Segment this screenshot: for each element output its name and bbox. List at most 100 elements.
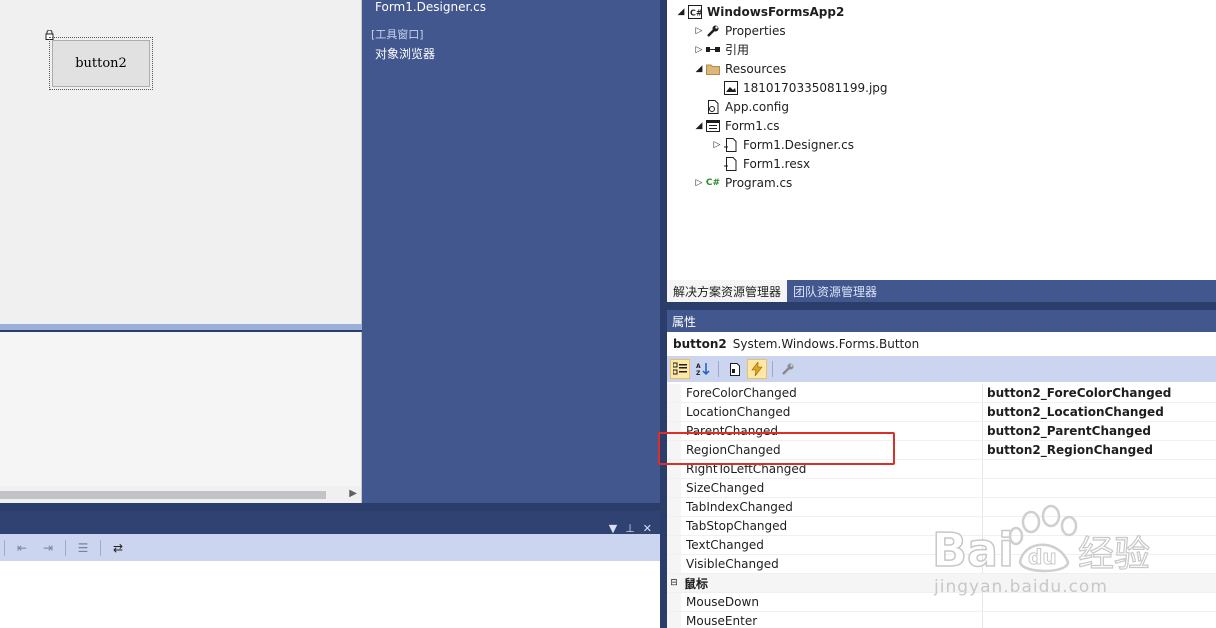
toolbar-separator	[100, 539, 101, 556]
csharp-file-icon: C#	[705, 177, 721, 188]
property-value[interactable]: button2_LocationChanged	[983, 403, 1216, 421]
tree-item-image[interactable]: 1810170335081199.jpg	[723, 78, 888, 97]
collapse-category-icon[interactable]: ⊟	[667, 574, 681, 592]
toolbar-separator	[4, 539, 5, 556]
solution-explorer: ◢ C# WindowsFormsApp2 ▷ Properties ▷ 引用 …	[667, 0, 1216, 280]
list-icon[interactable]: ☰	[74, 539, 92, 557]
tree-item-resources[interactable]: ◢ Resources	[693, 59, 787, 78]
row-gutter	[667, 612, 681, 628]
row-gutter	[667, 403, 681, 421]
collapsed-arrow-icon[interactable]: ▷	[693, 26, 705, 36]
component-tray[interactable]	[0, 332, 362, 502]
tree-item-label: Form1.Designer.cs	[743, 137, 854, 152]
sort-az-icon: AZ	[696, 363, 710, 376]
collapsed-arrow-icon[interactable]: ▷	[711, 140, 723, 150]
svg-text:经验: 经验	[1078, 534, 1150, 575]
expanded-arrow-icon[interactable]: ◢	[675, 7, 687, 17]
indent-icon[interactable]: ⇥	[39, 539, 57, 557]
property-value[interactable]	[983, 612, 1216, 628]
tree-item-label: WindowsFormsApp2	[707, 4, 845, 19]
property-row[interactable]: ForeColorChanged button2_ForeColorChange…	[667, 384, 1216, 403]
tree-item-label: 1810170335081199.jpg	[743, 80, 888, 95]
folder-icon	[705, 61, 721, 77]
form-designer-surface[interactable]: button2	[0, 0, 362, 328]
alphabetical-view-button[interactable]: AZ	[693, 359, 713, 379]
expanded-arrow-icon[interactable]: ◢	[693, 64, 705, 74]
property-row[interactable]: SizeChanged	[667, 479, 1216, 498]
button2-control[interactable]: button2	[49, 37, 153, 90]
svg-text:A: A	[696, 363, 701, 370]
object-type: System.Windows.Forms.Button	[732, 337, 920, 351]
property-row[interactable]: LocationChanged button2_LocationChanged	[667, 403, 1216, 422]
property-value[interactable]	[983, 479, 1216, 497]
object-browser-panel: Form1.Designer.cs [工具窗口] 对象浏览器	[362, 0, 662, 503]
row-gutter	[667, 479, 681, 497]
tree-item-label: Resources	[725, 61, 787, 76]
collapsed-arrow-icon[interactable]: ▷	[693, 178, 705, 188]
tree-item-label: Form1.cs	[725, 118, 780, 133]
cs-file-icon	[723, 137, 739, 153]
row-gutter	[667, 536, 681, 554]
property-name: ForeColorChanged	[681, 384, 983, 402]
properties-view-button[interactable]	[724, 359, 744, 379]
toggle-wrap-icon[interactable]: ⇄	[109, 539, 127, 557]
tree-item-label: Program.cs	[725, 175, 793, 190]
property-value[interactable]: button2_ForeColorChanged	[983, 384, 1216, 402]
row-gutter	[667, 593, 681, 611]
annotation-highlight-box	[658, 432, 895, 465]
tree-item-label: App.config	[725, 99, 789, 114]
tool-window-title-bar: ▼ ⊥ ✕	[0, 511, 660, 535]
events-view-button[interactable]	[747, 359, 767, 379]
property-pages-button[interactable]	[778, 359, 798, 379]
lock-icon	[45, 30, 54, 40]
expanded-arrow-icon[interactable]: ◢	[693, 121, 705, 131]
properties-toolbar: AZ	[667, 356, 1216, 382]
property-row[interactable]: MouseEnter	[667, 612, 1216, 628]
property-name: LocationChanged	[681, 403, 983, 421]
collapsed-arrow-icon[interactable]: ▷	[693, 45, 705, 55]
scrollbar-thumb[interactable]	[0, 491, 326, 499]
object-browser-item[interactable]: 对象浏览器	[375, 45, 435, 62]
toolbar-separator	[65, 539, 66, 556]
tree-item-form1[interactable]: ◢ Form1.cs	[693, 116, 780, 135]
property-name: MouseEnter	[681, 612, 983, 628]
row-gutter	[667, 555, 681, 573]
categorized-view-button[interactable]	[670, 359, 690, 379]
categorized-icon	[673, 362, 687, 375]
tab-team-explorer[interactable]: 团队资源管理器	[787, 280, 883, 302]
tree-item-app-config[interactable]: App.config	[705, 97, 789, 116]
panel-divider	[667, 302, 1216, 310]
outdent-icon[interactable]: ⇤	[13, 539, 31, 557]
tree-item-label: Properties	[725, 23, 786, 38]
designer-divider	[0, 324, 362, 330]
property-value[interactable]	[983, 460, 1216, 478]
toolbar-separator	[718, 361, 719, 377]
vertical-splitter[interactable]	[660, 0, 667, 628]
tree-item-label: 引用	[725, 43, 750, 57]
tree-item-form1-designer[interactable]: ▷ Form1.Designer.cs	[711, 135, 854, 154]
tool-window-toolbar: ⇤ ⇥ ☰ ⇄	[0, 534, 660, 561]
resx-file-icon	[723, 156, 739, 172]
horizontal-scrollbar[interactable]: ▶	[0, 486, 362, 503]
tree-item-program[interactable]: ▷ C# Program.cs	[693, 173, 793, 192]
tree-item-project[interactable]: ◢ C# WindowsFormsApp2	[675, 2, 844, 21]
object-selector[interactable]: button2 System.Windows.Forms.Button	[667, 332, 1216, 356]
tree-item-properties[interactable]: ▷ Properties	[693, 21, 786, 40]
file-tab-label[interactable]: Form1.Designer.cs	[375, 0, 486, 14]
form-icon	[705, 118, 721, 134]
property-value[interactable]: button2_RegionChanged	[983, 441, 1216, 459]
references-icon	[705, 42, 721, 58]
tab-solution-explorer[interactable]: 解决方案资源管理器	[667, 280, 788, 302]
scroll-right-arrow-icon[interactable]: ▶	[349, 488, 357, 499]
object-name: button2	[673, 337, 727, 351]
tool-window-content[interactable]	[0, 561, 660, 628]
config-file-icon	[705, 99, 721, 115]
properties-title: 属性	[667, 310, 1216, 332]
toolbar-separator	[772, 361, 773, 377]
tree-item-references[interactable]: ▷ 引用	[693, 40, 749, 59]
csharp-project-icon: C#	[687, 4, 703, 20]
tree-item-form1-resx[interactable]: Form1.resx	[723, 154, 810, 173]
lightning-icon	[751, 362, 763, 376]
property-value[interactable]: button2_ParentChanged	[983, 422, 1216, 440]
solution-explorer-tabs: 解决方案资源管理器 团队资源管理器	[667, 280, 1216, 302]
